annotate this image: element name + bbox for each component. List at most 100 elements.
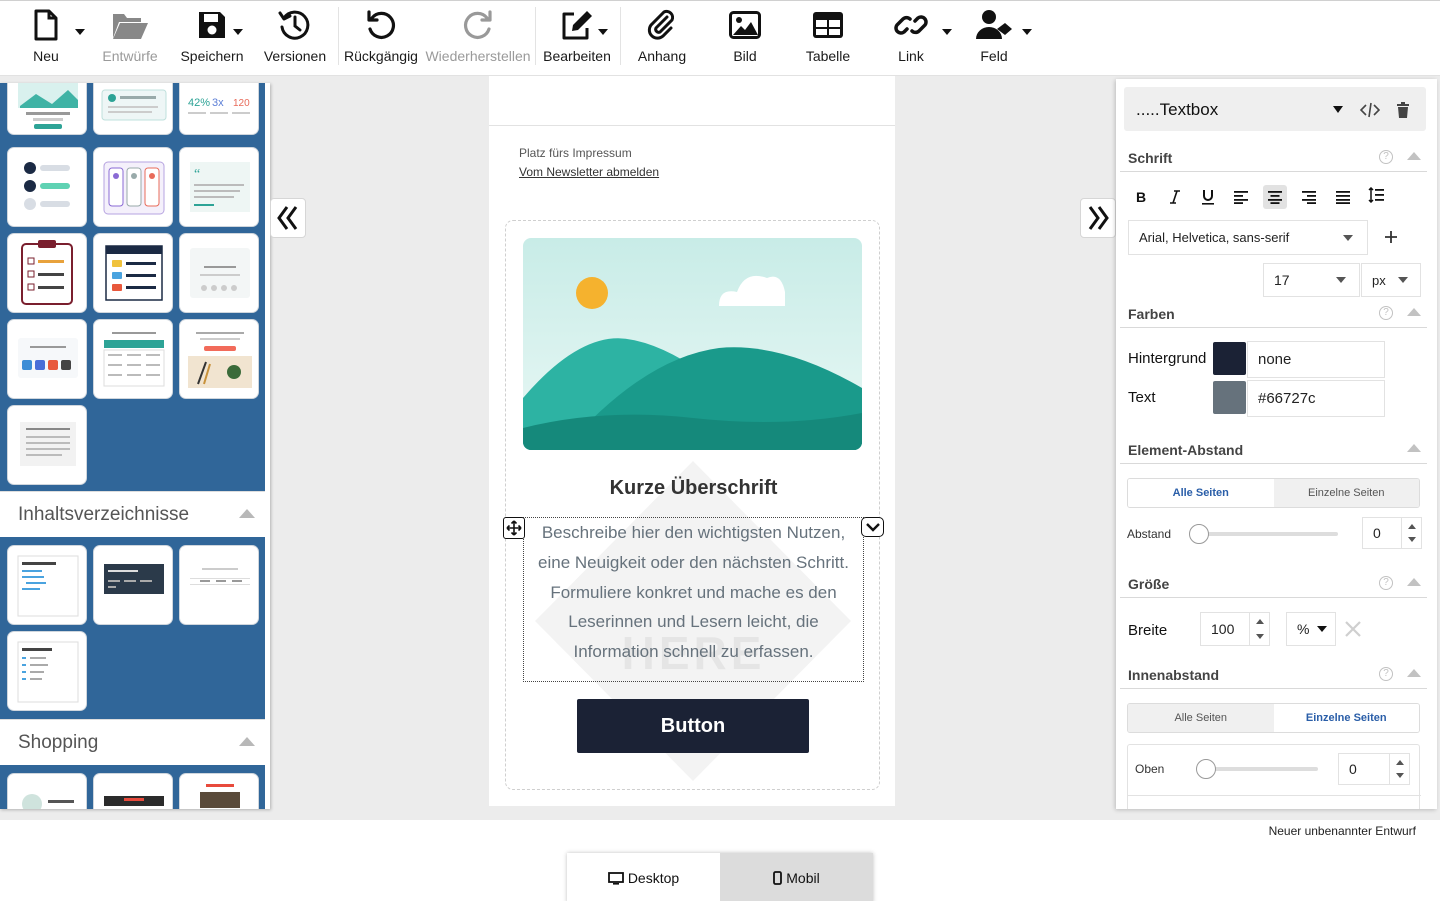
font-unit-select[interactable]: px xyxy=(1361,263,1421,297)
code-view-icon[interactable] xyxy=(1360,102,1380,118)
save-dropdown-caret-icon[interactable] xyxy=(233,29,243,35)
width-value-input[interactable]: 100 xyxy=(1200,612,1270,646)
element-selector-dropdown-icon[interactable] xyxy=(1333,106,1343,113)
table-button[interactable]: Tabelle xyxy=(803,7,853,71)
section-element-spacing[interactable]: Element-Abstand xyxy=(1120,438,1427,464)
font-family-select[interactable]: Arial, Helvetica, sans-serif xyxy=(1128,220,1368,255)
template-tile-social-icons[interactable] xyxy=(7,319,87,399)
edit-button[interactable]: Bearbeiten xyxy=(543,7,611,71)
text-color-swatch[interactable] xyxy=(1213,381,1246,414)
desktop-view-button[interactable]: Desktop xyxy=(567,853,720,901)
versions-button[interactable]: Versionen xyxy=(264,7,326,71)
help-icon[interactable]: ? xyxy=(1379,306,1393,320)
redo-button[interactable]: Wiederherstellen xyxy=(425,7,531,71)
section-header-shopping[interactable]: Shopping xyxy=(0,719,265,765)
template-tile-product[interactable] xyxy=(7,773,87,809)
padding-top-stepper[interactable] xyxy=(1389,754,1409,784)
edit-dropdown-caret-icon[interactable] xyxy=(598,29,608,35)
template-tile-info-box[interactable] xyxy=(93,83,173,135)
spacing-stepper[interactable] xyxy=(1401,518,1421,548)
template-tile-quote[interactable]: “ xyxy=(179,147,259,227)
bold-button[interactable]: B xyxy=(1129,185,1153,209)
reset-width-close-icon[interactable] xyxy=(1344,620,1362,638)
field-button[interactable]: Feld xyxy=(975,7,1032,71)
link-button[interactable]: Link xyxy=(893,7,952,71)
template-tile-social-footer[interactable] xyxy=(179,233,259,313)
collapse-right-panel-button[interactable] xyxy=(1080,198,1116,238)
add-font-button[interactable] xyxy=(1384,227,1398,250)
spacing-slider-handle[interactable] xyxy=(1189,524,1209,544)
collapse-arrow-icon[interactable] xyxy=(239,737,255,746)
padding-tab-all-sides[interactable]: Alle Seiten xyxy=(1128,704,1274,732)
new-button[interactable]: Neu xyxy=(30,7,85,71)
save-button[interactable]: Speichern xyxy=(180,7,244,71)
template-tile-toc-topics[interactable] xyxy=(7,631,87,711)
template-tile-clipboard[interactable] xyxy=(7,233,87,313)
hero-image[interactable] xyxy=(523,238,862,450)
spacing-slider-track[interactable] xyxy=(1196,532,1338,536)
template-tile-data-table[interactable] xyxy=(93,319,173,399)
text-color-input[interactable]: #66727c xyxy=(1247,380,1385,417)
block-options-button[interactable] xyxy=(861,517,884,537)
template-tile-product-photo[interactable] xyxy=(179,773,259,809)
view-mode-toggle[interactable]: Desktop Mobil xyxy=(567,853,873,901)
template-tile-text-block[interactable] xyxy=(7,405,87,485)
padding-top-slider-track[interactable] xyxy=(1208,767,1318,771)
padding-tab-single-sides[interactable]: Einzelne Seiten xyxy=(1273,704,1419,732)
italic-button[interactable] xyxy=(1163,185,1187,209)
collapse-arrow-icon[interactable] xyxy=(1407,308,1421,316)
textbox-body-text[interactable]: Beschreibe hier den wichtigsten Nutzen, … xyxy=(538,523,849,661)
attachment-button[interactable]: Anhang xyxy=(636,7,688,71)
align-justify-button[interactable] xyxy=(1331,185,1355,209)
collapse-left-panel-button[interactable] xyxy=(270,198,306,238)
padding-top-slider-handle[interactable] xyxy=(1196,759,1216,779)
align-center-button[interactable] xyxy=(1263,185,1287,209)
section-colors[interactable]: Farben ? xyxy=(1120,302,1427,328)
collapse-arrow-icon[interactable] xyxy=(1407,152,1421,160)
template-tile-columns[interactable] xyxy=(93,147,173,227)
link-dropdown-caret-icon[interactable] xyxy=(942,29,952,35)
background-color-input[interactable]: none xyxy=(1247,341,1385,378)
unsubscribe-link[interactable]: Vom Newsletter abmelden xyxy=(519,165,659,179)
drafts-button[interactable]: Entwürfe xyxy=(101,7,159,71)
template-tile-toc-inline[interactable] xyxy=(179,545,259,625)
collapse-arrow-icon[interactable] xyxy=(1407,444,1421,452)
template-tile-checklist[interactable] xyxy=(7,147,87,227)
block-heading[interactable]: Kurze Überschrift xyxy=(506,477,881,500)
line-height-button[interactable] xyxy=(1364,183,1388,207)
spacing-mode-toggle[interactable]: Alle Seiten Einzelne Seiten xyxy=(1127,478,1420,508)
help-icon[interactable]: ? xyxy=(1379,667,1393,681)
template-tile-stats[interactable]: 42% 3x 120 xyxy=(179,83,259,135)
content-block[interactable]: HERE Kurze Überschrift Beschreibe hier d… xyxy=(503,220,884,790)
template-tile-hero-image[interactable] xyxy=(7,83,87,135)
new-dropdown-caret-icon[interactable] xyxy=(75,29,85,35)
spacing-tab-single-sides[interactable]: Einzelne Seiten xyxy=(1273,479,1419,507)
template-tile-product-promo[interactable] xyxy=(179,319,259,399)
field-dropdown-caret-icon[interactable] xyxy=(1022,29,1032,35)
align-right-button[interactable] xyxy=(1297,185,1321,209)
collapse-arrow-icon[interactable] xyxy=(239,509,255,518)
collapse-arrow-icon[interactable] xyxy=(1407,669,1421,677)
undo-button[interactable]: Rückgängig xyxy=(344,7,418,71)
trash-icon[interactable] xyxy=(1396,102,1410,118)
template-tile-toc-list[interactable] xyxy=(7,545,87,625)
element-selector-value[interactable]: .....Textbox xyxy=(1136,100,1218,120)
padding-top-value-input[interactable]: 0 xyxy=(1338,753,1410,785)
width-unit-select[interactable]: % xyxy=(1286,612,1336,646)
cta-button[interactable]: Button xyxy=(577,699,809,753)
help-icon[interactable]: ? xyxy=(1379,576,1393,590)
image-button[interactable]: Bild xyxy=(725,7,765,71)
section-padding[interactable]: Innenabstand ? xyxy=(1120,663,1427,689)
selected-textbox[interactable]: Beschreibe hier den wichtigsten Nutzen, … xyxy=(523,517,864,682)
spacing-tab-all-sides[interactable]: Alle Seiten xyxy=(1128,479,1274,507)
collapse-arrow-icon[interactable] xyxy=(1407,578,1421,586)
template-tile-feature-list[interactable] xyxy=(93,233,173,313)
section-size[interactable]: Größe ? xyxy=(1120,572,1427,598)
section-header-toc[interactable]: Inhaltsverzeichnisse xyxy=(0,491,265,537)
underline-button[interactable] xyxy=(1196,185,1220,209)
template-tile-product-banner[interactable] xyxy=(93,773,173,809)
font-size-select[interactable]: 17 xyxy=(1263,263,1360,297)
help-icon[interactable]: ? xyxy=(1379,150,1393,164)
background-color-swatch[interactable] xyxy=(1213,342,1246,375)
spacing-value-input[interactable]: 0 xyxy=(1362,517,1422,549)
